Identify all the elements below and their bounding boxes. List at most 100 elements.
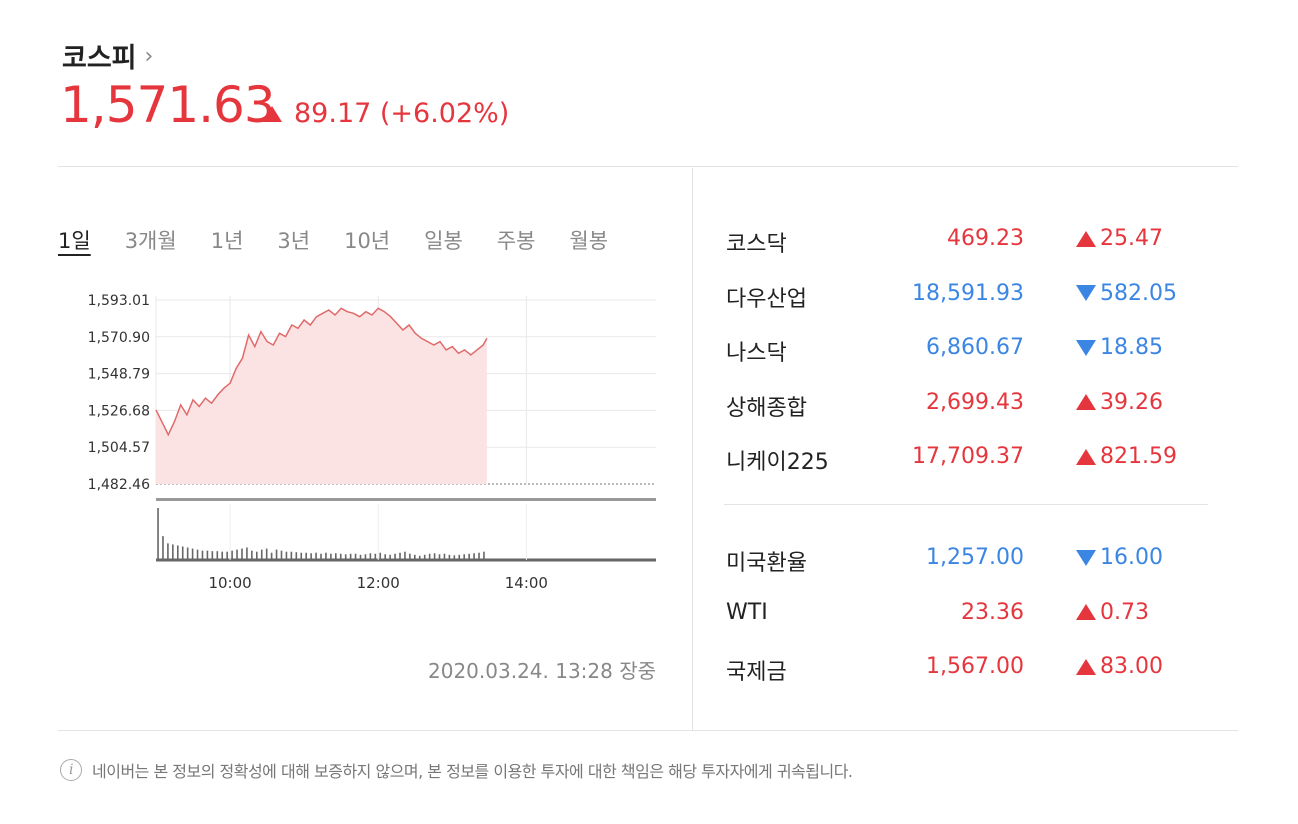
volume-bar [379,552,382,560]
market-row[interactable]: 나스닥 6,860.67 18.85 [726,335,1206,371]
disclaimer-text: 네이버는 본 정보의 정확성에 대해 보증하지 않으며, 본 정보를 이용한 투… [92,762,853,781]
x-tick-label: 10:00 [208,574,251,592]
chevron-right-icon: › [144,44,154,69]
volume-bar [251,550,253,560]
market-change: 25.47 [1076,226,1163,251]
index-title[interactable]: 코스피 › [62,36,153,75]
volume-bar [260,549,263,560]
volume-bar [236,549,238,560]
market-row[interactable]: 상해종합 2,699.43 39.26 [726,390,1206,426]
market-value: 18,591.93 [912,280,1024,306]
market-value: 17,709.37 [912,444,1024,469]
volume-bar [369,553,372,560]
volume-bar [270,552,273,560]
market-name: 니케이225 [726,450,829,475]
triangle-up-icon [1076,604,1096,620]
volume-bar [428,553,431,560]
y-tick-label: 1,593.01 [88,293,150,309]
market-change: 582.05 [1076,281,1177,306]
volume-bar [275,549,278,560]
market-row[interactable]: 니케이225 17,709.37 821.59 [726,444,1206,480]
volume-bar [344,554,347,560]
x-tick-label: 12:00 [357,574,400,592]
volume-bar [211,551,214,560]
volume-bar [176,545,179,560]
volume-bar [285,551,288,560]
volume-bar [478,552,480,560]
triangle-down-icon [1076,285,1096,301]
volume-bar [325,552,327,560]
tab-monthly[interactable]: 월봉 [569,225,608,255]
market-name: 나스닥 [726,341,787,366]
volume-bar [399,552,401,560]
volume-bar [389,554,391,560]
market-change: 18.85 [1076,335,1163,360]
chart-separator [156,498,656,501]
volume-bar [414,554,416,560]
volume-bar [418,555,421,560]
market-name: 다우산업 [726,286,807,312]
vertical-divider [692,168,693,730]
tab-1y[interactable]: 1년 [211,225,244,255]
other-change: 83.00 [1076,654,1163,679]
triangle-up-icon [1076,448,1096,465]
x-tick-label: 14:00 [505,574,548,592]
market-row[interactable]: 다우산업 18,591.93 582.05 [726,281,1206,317]
y-tick-label: 1,482.46 [88,477,150,493]
tab-daily[interactable]: 일봉 [424,225,463,255]
volume-bar [226,551,228,560]
tab-1d[interactable]: 1일 [58,225,91,255]
volume-bar [320,553,322,560]
other-change: 0.73 [1076,600,1149,625]
other-row[interactable]: 미국환율 1,257.00 16.00 [726,545,1206,581]
triangle-down-icon [1076,549,1096,566]
chart-svg: 1,593.01 1,570.90 1,548.79 1,526.68 1,504.57… [88,293,656,592]
period-tabs: 1일 3개월 1년 3년 10년 일봉 주봉 월봉 [58,225,642,255]
volume-bar [201,550,204,560]
volume-bar [157,508,159,560]
index-price: 1,571.63 [60,76,276,134]
volume-bar [246,547,248,560]
volume-bar [330,553,332,560]
market-value: 469.23 [947,226,1024,251]
other-row[interactable]: WTI 23.36 0.73 [726,600,1206,636]
volume-bar [374,553,377,560]
market-name: 코스닥 [726,232,787,257]
y-tick-label: 1,570.90 [88,330,150,346]
volume-bar [216,551,219,560]
volume-bar [310,553,312,560]
volume-bar [181,546,184,560]
volume-bar [359,554,362,560]
index-change-text: 89.17 (+6.02%) [294,98,510,129]
price-area [156,308,487,484]
tab-3y[interactable]: 3년 [277,225,310,255]
volume-bar [404,551,406,560]
other-name: WTI [726,599,768,625]
volume-bar [448,554,451,560]
market-change: 821.59 [1076,444,1177,469]
other-change: 16.00 [1076,545,1163,570]
volume-bar [221,551,224,560]
tab-weekly[interactable]: 주봉 [497,225,536,255]
y-tick-label: 1,504.57 [88,440,150,456]
volume-bar [295,552,298,560]
market-row[interactable]: 코스닥 469.23 25.47 [726,226,1206,262]
triangle-up-icon [1076,658,1096,675]
other-row[interactable]: 국제금 1,567.00 83.00 [726,654,1206,690]
volume-bar [349,553,352,560]
volume-bar [241,548,243,560]
volume-bar [186,547,189,560]
volume-bar [364,554,367,560]
index-change: 89.17 (+6.02%) [262,98,509,129]
market-value: 6,860.67 [926,335,1024,360]
volume-bar [473,553,475,560]
volume-bar [172,544,174,560]
volume-bar [453,555,456,560]
volume-bar [256,551,258,560]
tab-10y[interactable]: 10년 [344,225,390,255]
tab-3m[interactable]: 3개월 [125,225,177,255]
other-value: 23.36 [961,599,1024,625]
market-name: 상해종합 [726,395,807,421]
volume-bar [167,543,169,560]
volume-bar [280,550,283,560]
